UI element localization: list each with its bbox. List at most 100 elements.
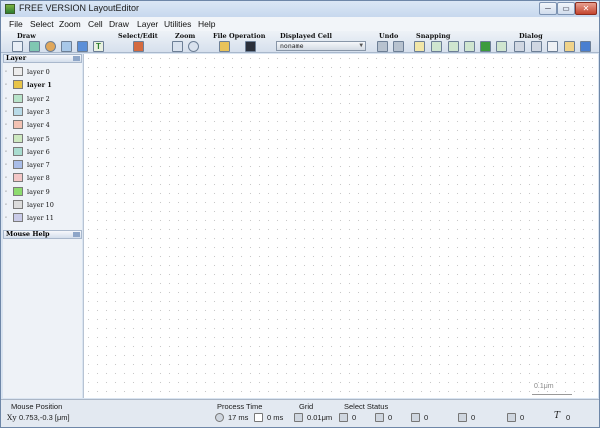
layer-color-swatch (13, 213, 23, 223)
select-count-cellref: 0 (471, 413, 476, 422)
layer-row[interactable]: ◦ layer 7 (3, 159, 82, 171)
layer-row[interactable]: ◦ layer 11 (3, 212, 82, 224)
panel-float-icon[interactable] (73, 232, 80, 237)
cell-ref-icon[interactable] (77, 41, 88, 52)
select-path-icon (375, 413, 384, 422)
layer-color-swatch (13, 186, 23, 196)
chat-icon[interactable] (547, 41, 558, 52)
layer-label: layer 11 (27, 214, 54, 223)
menu-draw[interactable]: Draw (109, 19, 129, 29)
menu-utilities[interactable]: Utilities (164, 19, 191, 29)
layer-visibility-icon[interactable]: ◦ (5, 122, 7, 128)
layer-color-swatch (13, 146, 23, 156)
circle-draw-icon[interactable] (45, 41, 56, 52)
layer-label: layer 8 (27, 174, 50, 183)
notes-icon[interactable] (564, 41, 575, 52)
close-button[interactable]: ✕ (575, 2, 597, 15)
palette-icon[interactable] (580, 41, 591, 52)
layer-visibility-icon[interactable]: ◦ (5, 162, 7, 168)
layer-label: layer 4 (27, 121, 50, 130)
displayed-cell-select[interactable]: noname ▼ (276, 41, 366, 51)
layer-color-swatch (13, 200, 23, 209)
select-count-path: 0 (388, 413, 393, 422)
mouse-help-title: Mouse Help (6, 230, 50, 238)
layer-panel: Layer ◦ layer 0 ◦ layer 1 ◦ layer 2 ◦ layer 3 ◦ l… (3, 54, 82, 398)
layer-visibility-icon[interactable]: ◦ (5, 175, 7, 181)
settings-icon[interactable] (514, 41, 525, 52)
title-bar: FREE VERSION LayoutEditor ─ ▭ ✕ (1, 1, 599, 17)
layer-row[interactable]: ◦ layer 3 (3, 106, 82, 118)
layer-visibility-icon[interactable]: ◦ (5, 149, 7, 155)
menu-layer[interactable]: Layer (137, 19, 158, 29)
select-count-polygon: 0 (352, 413, 357, 422)
menu-help[interactable]: Help (198, 19, 215, 29)
redo-icon[interactable] (393, 41, 404, 52)
zoom-magnify-icon[interactable] (188, 41, 199, 52)
clock-icon (215, 413, 224, 422)
layer-visibility-icon[interactable]: ◦ (5, 202, 7, 208)
grid-icon (294, 413, 303, 422)
layer-row[interactable]: ◦ layer 10 (3, 199, 82, 211)
grid-label: Grid (299, 402, 314, 411)
polygon-draw-icon[interactable] (12, 41, 23, 52)
layer-row[interactable]: ◦ layer 8 (3, 172, 82, 184)
layer-row[interactable]: ◦ layer 2 (3, 93, 82, 105)
layer-visibility-icon[interactable]: ◦ (5, 96, 7, 102)
toolbar: Draw T Select/Edit Zoom File Operation D… (1, 31, 599, 53)
layer-visibility-icon[interactable]: ◦ (5, 215, 7, 221)
box-draw-icon[interactable] (29, 41, 40, 52)
snap-edge-icon[interactable] (431, 41, 442, 52)
select-text-icon: T (554, 411, 561, 421)
file-operation-group-label: File Operation (213, 32, 266, 40)
layer-label: layer 1 (27, 81, 52, 90)
app-window: FREE VERSION LayoutEditor ─ ▭ ✕ File Sel… (0, 0, 600, 428)
save-disk-icon[interactable] (245, 41, 256, 52)
select-count-text: 0 (566, 413, 571, 422)
layer-label: layer 0 (27, 68, 50, 76)
layer-visibility-icon[interactable]: ◦ (5, 109, 7, 115)
layer-visibility-icon[interactable]: ◦ (5, 189, 7, 195)
snap-ortho-icon[interactable] (464, 41, 475, 52)
snap-grid-icon[interactable] (414, 41, 425, 52)
layer-color-swatch (13, 93, 23, 103)
menu-cell[interactable]: Cell (88, 19, 103, 29)
properties-icon[interactable] (531, 41, 542, 52)
layer-row[interactable]: ◦ layer 4 (3, 119, 82, 131)
layer-row[interactable]: ◦ layer 0 (3, 66, 82, 78)
scale-bar (532, 394, 572, 395)
select-edit-icon[interactable] (133, 41, 144, 52)
panel-float-icon[interactable] (73, 56, 80, 61)
menu-bar: File Select Zoom Cell Draw Layer Utiliti… (1, 17, 599, 31)
minimize-button[interactable]: ─ (539, 2, 557, 15)
menu-file[interactable]: File (9, 19, 23, 29)
layer-color-swatch (13, 120, 23, 130)
drawing-canvas[interactable]: 0.1μm (83, 54, 598, 398)
snap-angle-icon[interactable] (448, 41, 459, 52)
undo-icon[interactable] (377, 41, 388, 52)
mouse-position-label: Mouse Position (11, 402, 63, 411)
snap-45-icon[interactable] (496, 41, 507, 52)
layer-visibility-icon[interactable]: ◦ (5, 69, 7, 75)
draw-group-label: Draw (17, 32, 36, 40)
layer-row[interactable]: ◦ layer 5 (3, 133, 82, 145)
layer-row[interactable]: ◦ layer 1 (3, 79, 82, 91)
zoom-fit-icon[interactable] (172, 41, 183, 52)
snap-point-icon[interactable] (480, 41, 491, 52)
layer-color-swatch (13, 173, 23, 183)
menu-select[interactable]: Select (30, 19, 54, 29)
path-draw-icon[interactable] (61, 41, 72, 52)
process-time-value-1: 17 ms (228, 413, 249, 422)
layer-panel-header: Layer (3, 54, 82, 63)
menu-zoom[interactable]: Zoom (59, 19, 81, 29)
layer-visibility-icon[interactable]: ◦ (5, 82, 7, 88)
maximize-button[interactable]: ▭ (557, 2, 575, 15)
text-draw-icon[interactable]: T (93, 41, 104, 52)
layer-visibility-icon[interactable]: ◦ (5, 136, 7, 142)
layer-label: layer 10 (27, 201, 54, 209)
layer-label: layer 9 (27, 187, 50, 196)
select-count-array: 0 (520, 413, 525, 422)
select-array-icon (507, 413, 516, 422)
layer-row[interactable]: ◦ layer 6 (3, 146, 82, 158)
open-folder-icon[interactable] (219, 41, 230, 52)
layer-row[interactable]: ◦ layer 9 (3, 186, 82, 198)
